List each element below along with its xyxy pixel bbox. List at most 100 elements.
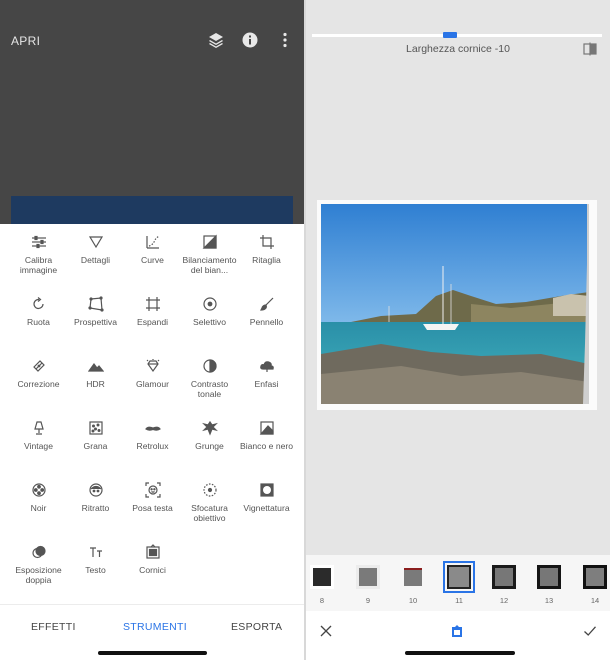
curve-icon xyxy=(145,235,159,249)
tool-black-white[interactable]: Bianco e nero xyxy=(236,420,297,451)
expand-icon xyxy=(145,297,160,311)
frame-thumb[interactable] xyxy=(537,565,561,589)
tool-white-balance[interactable]: Bilanciamento del bian... xyxy=(179,234,240,275)
frame-number: 9 xyxy=(365,596,371,605)
rotate-icon xyxy=(32,297,44,310)
tools-panel: APRI Calibra immagine Dettagli Curve Bilanc… xyxy=(0,0,305,660)
tool-diamond[interactable]: Glamour xyxy=(122,358,183,389)
diamond-icon xyxy=(146,359,159,373)
black-white-icon xyxy=(259,421,274,435)
tool-rotate[interactable]: Ruota xyxy=(8,296,69,327)
double-exposure-icon xyxy=(31,545,46,559)
lens-blur-icon xyxy=(202,483,217,497)
tool-label: Bianco e nero xyxy=(239,441,294,451)
frame-thumb[interactable] xyxy=(310,565,334,589)
portrait-face-icon xyxy=(88,483,103,497)
check-icon[interactable] xyxy=(583,624,597,638)
vignette-icon xyxy=(259,483,274,497)
tool-label: Posa testa xyxy=(132,503,173,513)
tool-grunge[interactable]: Grunge xyxy=(179,420,240,451)
tool-grain[interactable]: Grana xyxy=(65,420,126,451)
frames-editor: Larghezza cornice -10 8 9 10 11 12 13 14 xyxy=(306,0,610,660)
tab-effects[interactable]: EFFETTI xyxy=(31,621,76,633)
tool-label: Correzione xyxy=(17,379,60,389)
frame-thumb[interactable] xyxy=(492,565,516,589)
tool-film-reel[interactable]: Noir xyxy=(8,482,69,513)
tool-lens-blur[interactable]: Sfocatura obiettivo xyxy=(179,482,240,523)
tool-expand[interactable]: Espandi xyxy=(122,296,183,327)
tool-crop[interactable]: Ritaglia xyxy=(236,234,297,265)
tonal-contrast-icon xyxy=(202,359,217,373)
tool-label: Ritratto xyxy=(81,503,110,513)
tool-tonal-contrast[interactable]: Contrasto tonale xyxy=(179,358,240,399)
tool-text[interactable]: Testo xyxy=(65,544,126,575)
app-bar: APRI xyxy=(0,0,305,80)
perspective-icon xyxy=(87,296,104,312)
framed-photo xyxy=(317,200,597,410)
tool-label: Grunge xyxy=(195,441,224,451)
tool-label: Noir xyxy=(30,503,47,513)
tool-healing-bandage[interactable]: Correzione xyxy=(8,358,69,389)
tool-portrait-face[interactable]: Ritratto xyxy=(65,482,126,513)
image-preview-area: APRI xyxy=(0,0,305,224)
compare-icon[interactable] xyxy=(583,42,597,56)
more-vert-icon[interactable] xyxy=(276,31,294,49)
tool-label: Sfocatura obiettivo xyxy=(191,503,228,523)
tool-label: Prospettiva xyxy=(74,317,117,327)
tool-frames[interactable]: Cornici xyxy=(122,544,183,575)
open-button[interactable]: APRI xyxy=(11,34,40,48)
tool-label: Vintage xyxy=(24,441,53,451)
frame-thumb[interactable] xyxy=(356,565,380,589)
tool-label: Cornici xyxy=(139,565,166,575)
film-reel-icon xyxy=(31,483,46,497)
photo-preview xyxy=(11,196,293,224)
tab-tools[interactable]: STRUMENTI xyxy=(123,621,187,633)
tool-brush[interactable]: Pennello xyxy=(236,296,297,327)
tool-mountains[interactable]: HDR xyxy=(65,358,126,389)
bottom-nav: EFFETTI STRUMENTI ESPORTA xyxy=(0,604,305,648)
grunge-icon xyxy=(201,420,218,436)
frame-width-slider[interactable] xyxy=(312,32,602,38)
tool-label: Contrasto tonale xyxy=(190,379,229,399)
info-icon[interactable] xyxy=(241,31,259,49)
editor-bottom-bar xyxy=(306,611,610,660)
text-icon xyxy=(89,547,102,557)
tool-cloud[interactable]: Enfasi xyxy=(236,358,297,389)
tune-sliders-icon xyxy=(31,235,46,249)
tool-label: Vignettatura xyxy=(243,503,290,513)
tool-mustache[interactable]: Retrolux xyxy=(122,420,183,451)
frame-number: 14 xyxy=(590,596,600,605)
tool-label: Bilanciamento del bian... xyxy=(182,255,237,275)
slider-handle[interactable] xyxy=(442,32,457,38)
crop-icon xyxy=(259,235,274,249)
frame-thumb[interactable] xyxy=(583,565,607,589)
tool-label: Espandi xyxy=(136,317,169,327)
tool-label: Dettagli xyxy=(80,255,111,265)
tool-lamp[interactable]: Vintage xyxy=(8,420,69,451)
edited-photo xyxy=(321,204,589,404)
close-icon[interactable] xyxy=(319,624,333,638)
frame-number: 10 xyxy=(408,596,418,605)
tools-grid: Calibra immagine Dettagli Curve Bilanciamen… xyxy=(0,224,305,602)
frame-preview xyxy=(495,568,513,586)
tool-tune-sliders[interactable]: Calibra immagine xyxy=(8,234,69,275)
frame-thumb[interactable] xyxy=(401,565,425,589)
frame-preview xyxy=(404,568,422,586)
layers-icon[interactable] xyxy=(207,31,225,49)
tool-label: Glamour xyxy=(136,379,169,389)
tool-label: Ritaglia xyxy=(252,255,281,265)
tool-double-exposure[interactable]: Esposizione doppia xyxy=(8,544,69,585)
tool-vignette[interactable]: Vignettatura xyxy=(236,482,297,513)
tool-label: Curve xyxy=(141,255,164,265)
style-icon[interactable] xyxy=(450,624,464,638)
white-balance-icon xyxy=(202,234,217,249)
tab-export[interactable]: ESPORTA xyxy=(231,621,282,633)
tool-head-pose[interactable]: Posa testa xyxy=(122,482,183,513)
frame-number: 11 xyxy=(455,596,463,605)
tool-curve[interactable]: Curve xyxy=(122,234,183,265)
tool-label: Enfasi xyxy=(254,379,279,389)
mountains-icon xyxy=(87,362,104,372)
tool-perspective[interactable]: Prospettiva xyxy=(65,296,126,327)
tool-selective[interactable]: Selettivo xyxy=(179,296,240,327)
tool-triangle[interactable]: Dettagli xyxy=(65,234,126,265)
